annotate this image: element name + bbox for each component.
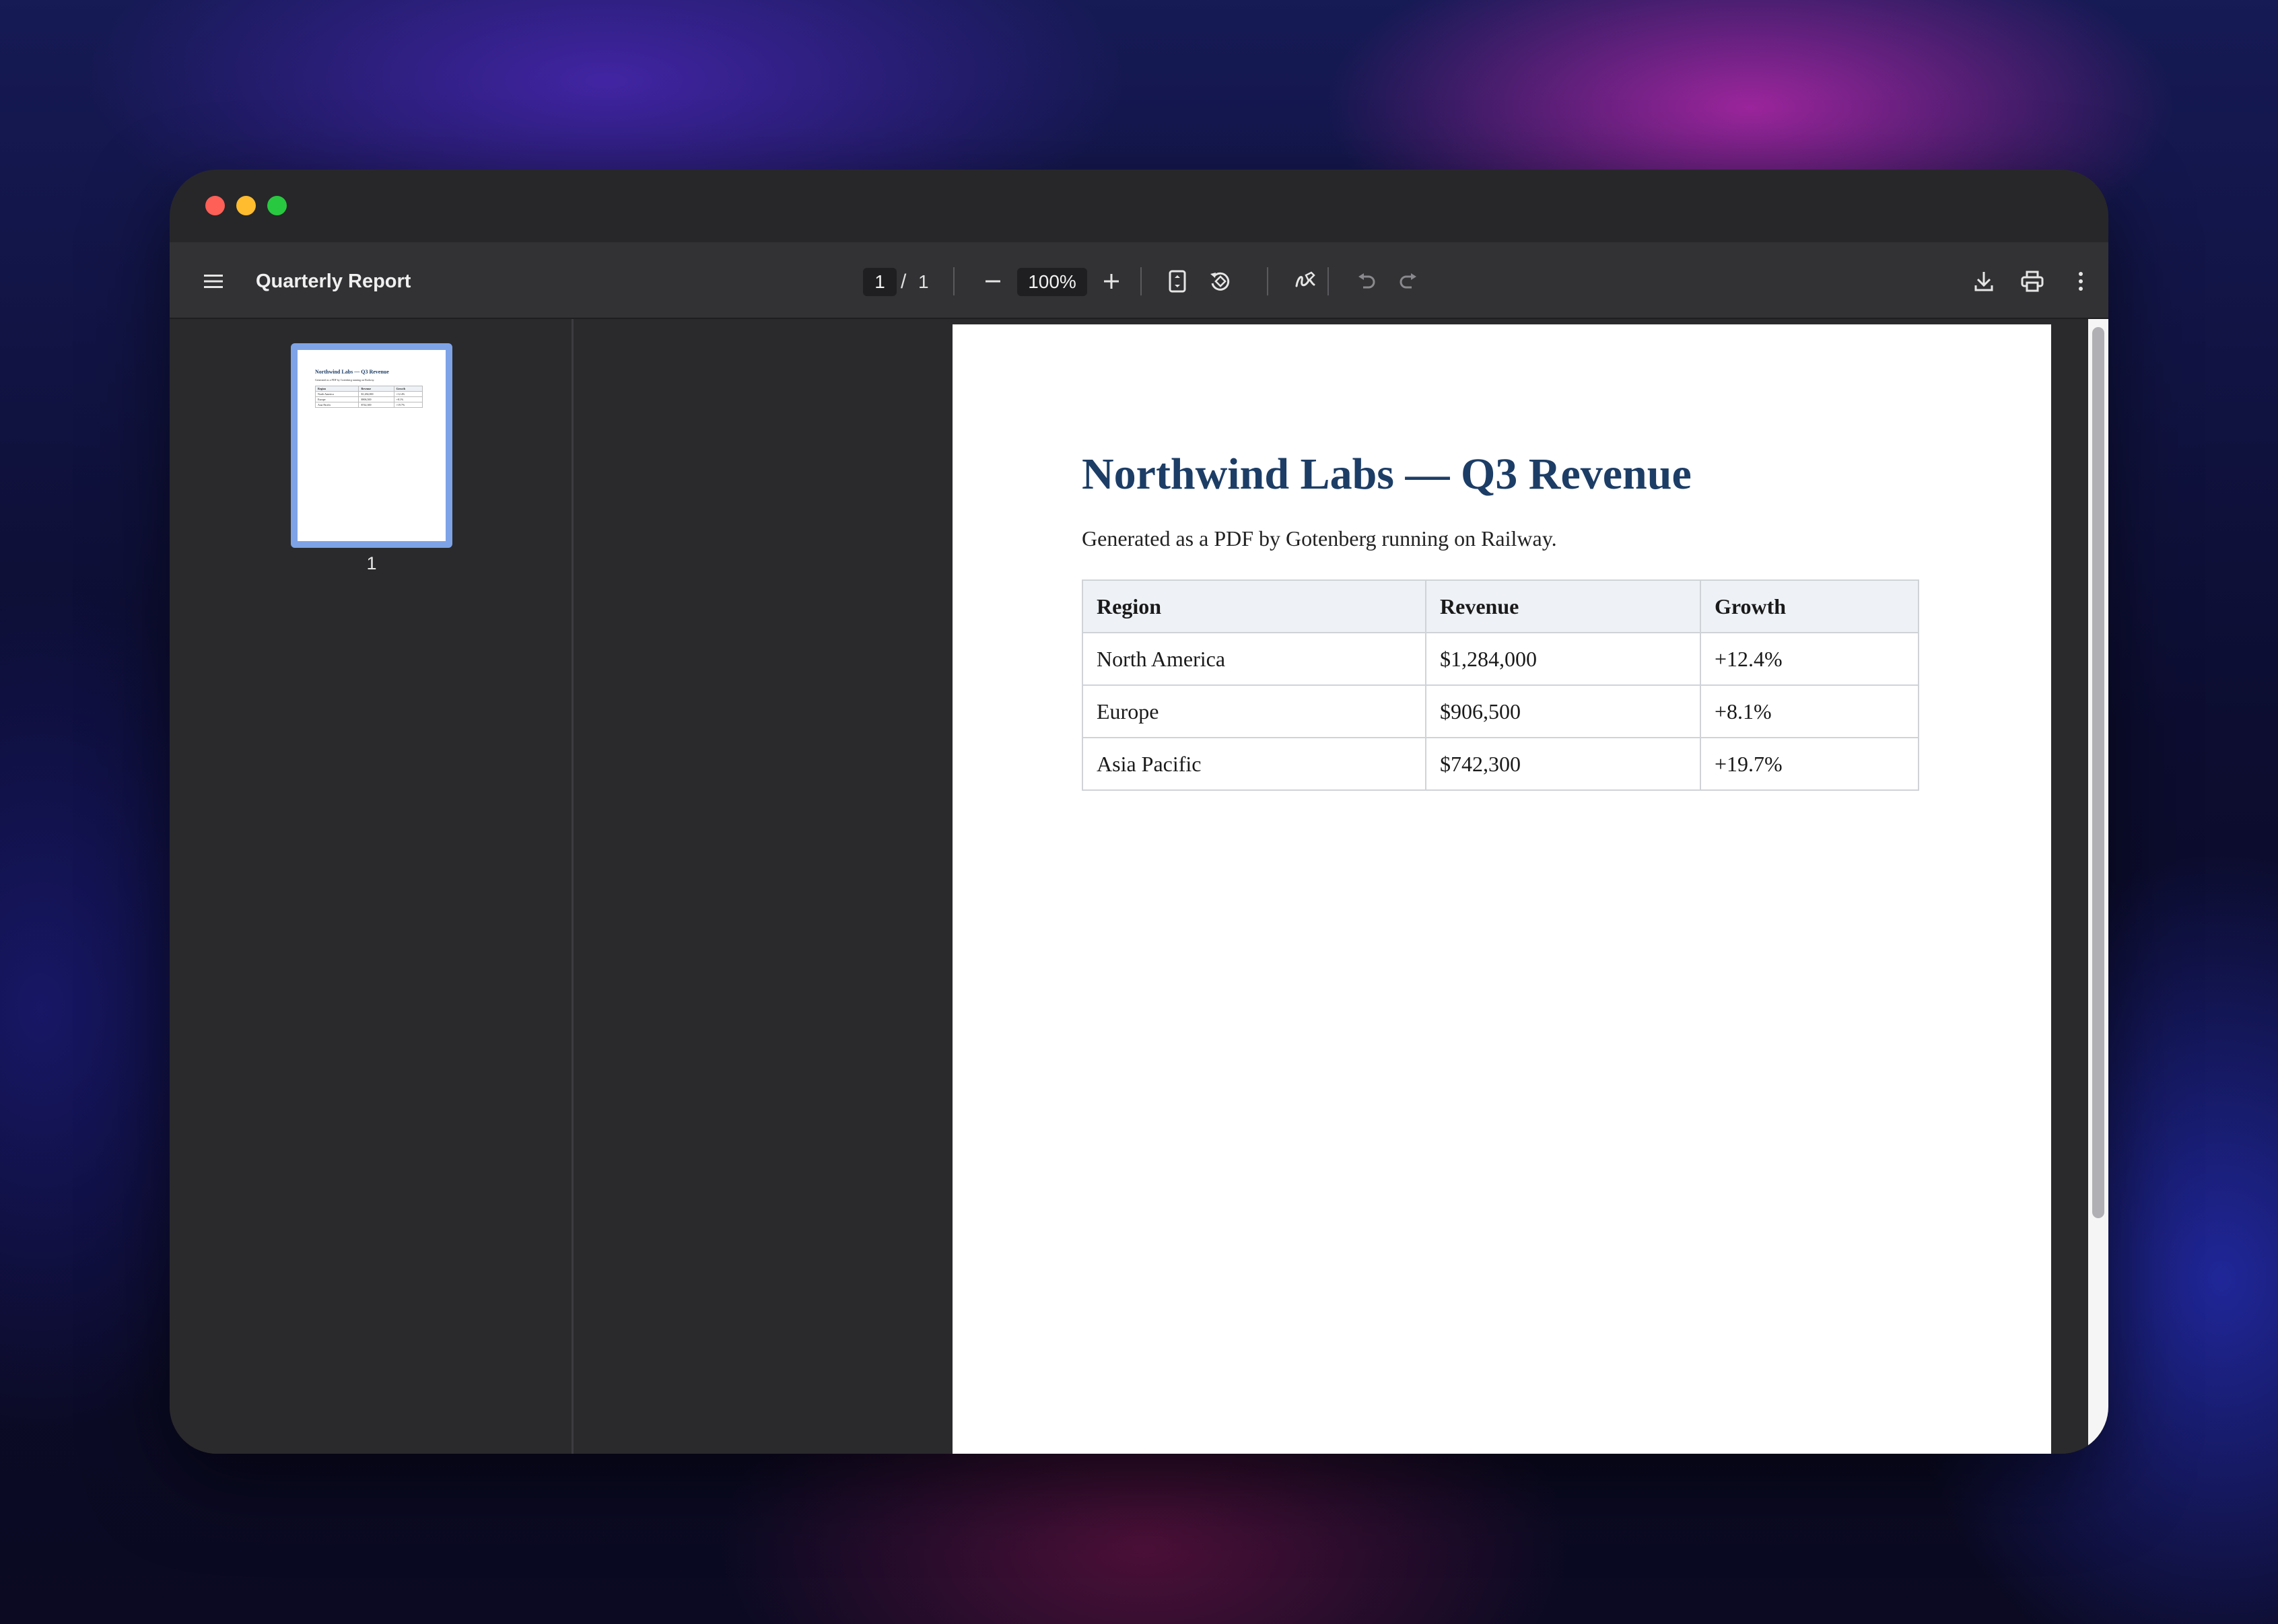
page-number-input[interactable]: 1 <box>863 268 897 296</box>
vertical-scrollbar[interactable] <box>2088 319 2108 1454</box>
redo-icon <box>1400 273 1416 289</box>
table-cell: +19.7% <box>1700 737 1919 791</box>
table-cell: Europe <box>1082 684 1426 738</box>
pdf-viewer-window: Quarterly Report 1 / 1 100% Northwind La… <box>170 170 2108 1454</box>
pdf-page: Northwind Labs — Q3 Revenue Generated as… <box>953 324 2051 1454</box>
plus-icon <box>1104 274 1119 289</box>
thumbnail-subtitle: Generated as a PDF by Gotenberg running … <box>315 378 375 382</box>
thumbnail-page-label: 1 <box>366 553 377 573</box>
thumbnail-cell: +8.1% <box>393 396 423 402</box>
page-thumbnail[interactable]: Northwind Labs — Q3 Revenue Generated as… <box>291 343 452 548</box>
more-vertical-icon <box>2079 272 2083 291</box>
annotate-button[interactable] <box>1288 264 1322 298</box>
page-total: 1 <box>918 271 929 292</box>
minus-icon <box>986 280 1000 283</box>
thumbnail-table: Region Revenue Growth North America $1,2… <box>314 386 423 408</box>
thumbnail-cell: $1,284,000 <box>358 391 394 397</box>
fit-page-icon <box>1169 270 1186 293</box>
thumbnail-cell: Region <box>314 386 359 392</box>
maximize-window-button[interactable] <box>267 196 287 215</box>
undo-icon <box>1358 273 1375 289</box>
close-window-button[interactable] <box>205 196 225 215</box>
zoom-level-input[interactable]: 100% <box>1017 268 1087 296</box>
page-title: Northwind Labs — Q3 Revenue <box>1082 450 1692 499</box>
scrollbar-thumb[interactable] <box>2092 327 2104 1218</box>
thumbnail-cell: Revenue <box>358 386 394 392</box>
column-header-revenue: Revenue <box>1425 579 1701 633</box>
thumbnail-cell: +19.7% <box>393 402 423 408</box>
table-cell: Asia Pacific <box>1082 737 1426 791</box>
minimize-window-button[interactable] <box>236 196 256 215</box>
document-viewer: Northwind Labs — Q3 Revenue Generated as… <box>576 319 2108 1454</box>
thumbnail-cell: Asia Pacific <box>314 402 359 408</box>
table-cell: +8.1% <box>1700 684 1919 738</box>
more-options-button[interactable] <box>2064 264 2098 298</box>
menu-icon <box>204 275 223 288</box>
column-header-growth: Growth <box>1700 579 1919 633</box>
table-cell: +12.4% <box>1700 632 1919 686</box>
document-title: Quarterly Report <box>256 270 411 292</box>
thumbnail-cell: +12.4% <box>393 391 423 397</box>
thumbnail-cell: Europe <box>314 396 359 402</box>
pdf-toolbar: Quarterly Report 1 / 1 100% <box>170 242 2108 319</box>
title-bar <box>170 170 2108 242</box>
toolbar-divider <box>1267 267 1268 295</box>
thumbnail-cell: Growth <box>393 386 423 392</box>
table-cell: $906,500 <box>1425 684 1701 738</box>
table-cell: $742,300 <box>1425 737 1701 791</box>
table-row: North America $1,284,000 +12.4% <box>1082 632 1919 686</box>
thumbnail-preview: Northwind Labs — Q3 Revenue Generated as… <box>314 369 423 408</box>
toolbar-divider <box>953 267 955 295</box>
table-row: Asia Pacific $742,300 +19.7% <box>1082 737 1919 791</box>
undo-button[interactable] <box>1349 264 1383 298</box>
page-separator: / <box>901 271 907 293</box>
print-button[interactable] <box>2015 264 2049 298</box>
download-icon <box>1974 272 1993 291</box>
table-row: Europe $906,500 +8.1% <box>1082 684 1919 738</box>
thumbnail-cell: $906,500 <box>358 396 394 402</box>
column-header-region: Region <box>1082 579 1426 633</box>
revenue-table: Region Revenue Growth North America $1,2… <box>1082 579 1919 791</box>
fit-page-button[interactable] <box>1161 264 1194 298</box>
thumbnail-cell: $742,300 <box>358 402 394 408</box>
zoom-out-button[interactable] <box>976 264 1010 298</box>
toolbar-divider <box>1327 267 1329 295</box>
table-header-row: Region Revenue Growth <box>1082 579 1919 633</box>
redo-button[interactable] <box>1392 264 1426 298</box>
thumbnail-cell: North America <box>314 391 359 397</box>
rotate-icon <box>1210 272 1230 291</box>
toolbar-divider <box>1140 267 1142 295</box>
pdf-content: Northwind Labs — Q3 Revenue Generated as… <box>1082 452 1923 791</box>
download-button[interactable] <box>1967 264 2001 298</box>
table-cell: $1,284,000 <box>1425 632 1701 686</box>
draw-icon <box>1295 271 1315 287</box>
rotate-button[interactable] <box>1204 264 1237 298</box>
page-subtitle: Generated as a PDF by Gotenberg running … <box>1082 526 1557 551</box>
thumbnail-sidebar: Northwind Labs — Q3 Revenue Generated as… <box>170 319 574 1454</box>
table-cell: North America <box>1082 632 1426 686</box>
thumbnail-title: Northwind Labs — Q3 Revenue <box>315 369 389 375</box>
sidebar-toggle-button[interactable] <box>197 264 230 298</box>
print-icon <box>2021 271 2044 292</box>
zoom-in-button[interactable] <box>1095 264 1128 298</box>
